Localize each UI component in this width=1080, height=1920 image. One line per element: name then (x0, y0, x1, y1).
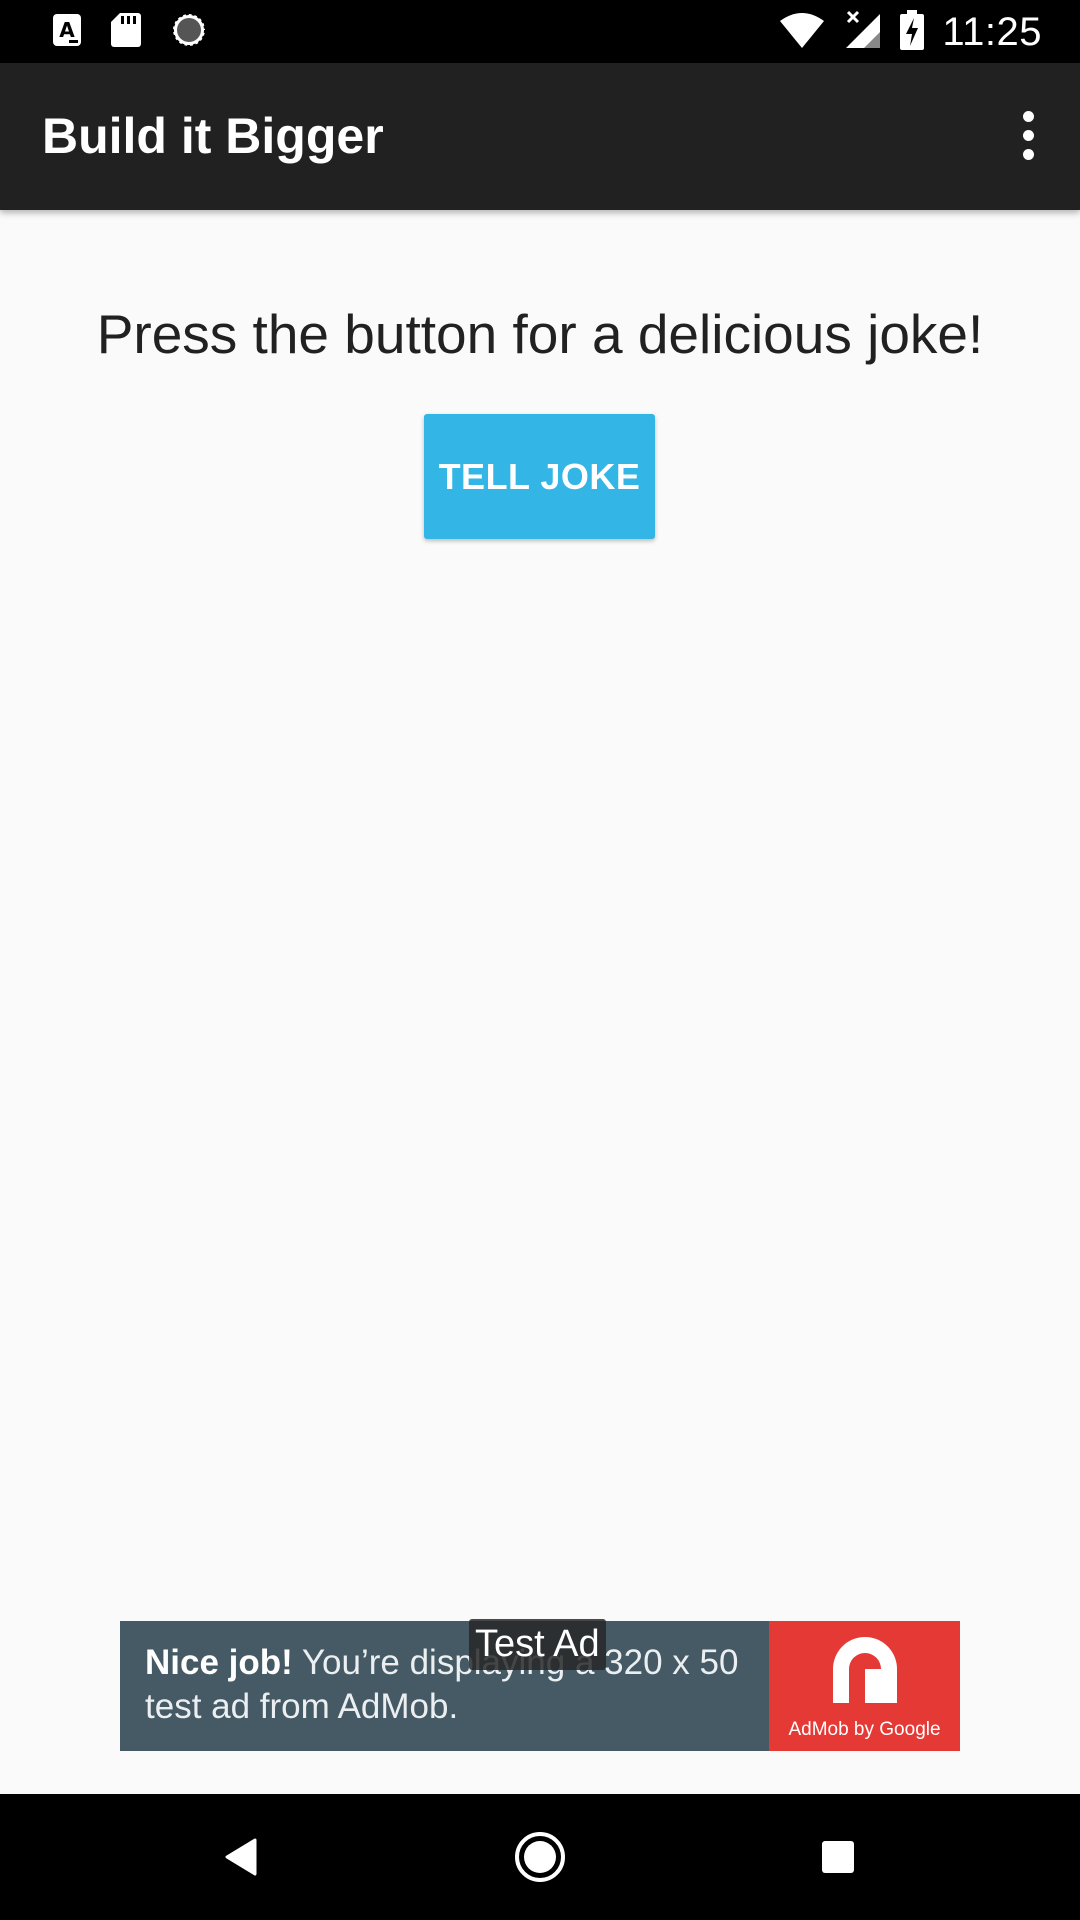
navigation-bar (0, 1794, 1080, 1920)
home-icon[interactable] (505, 1822, 575, 1892)
wifi-icon (778, 11, 826, 54)
test-ad-badge: Test Ad (469, 1619, 606, 1670)
cellular-no-signal-icon (844, 10, 882, 55)
overflow-dot (1022, 129, 1034, 141)
app-bar: Build it Bigger (0, 63, 1080, 210)
admob-logo-panel: AdMob by Google (769, 1621, 960, 1751)
overflow-dot (1022, 110, 1034, 122)
ad-body-line2: test ad from AdMob. (145, 1687, 459, 1726)
overflow-dot (1022, 148, 1034, 160)
admob-logo-icon (825, 1631, 905, 1716)
main-content: Press the button for a delicious joke! T… (0, 210, 1080, 1794)
svg-text:A: A (59, 18, 75, 42)
recents-icon[interactable] (803, 1822, 873, 1892)
back-icon[interactable] (206, 1822, 276, 1892)
app-title: Build it Bigger (42, 108, 384, 164)
status-time: 11:25 (942, 9, 1042, 54)
instructions-text: Press the button for a delicious joke! (96, 303, 984, 365)
status-bar: A 11:25 (0, 0, 1080, 63)
admob-caption: AdMob by Google (788, 1719, 941, 1740)
font-a-icon: A (52, 13, 82, 52)
loading-spinner-icon (170, 11, 208, 54)
battery-charging-icon (900, 9, 925, 55)
tell-joke-button[interactable]: TELL JOKE (424, 414, 655, 539)
more-vert-icon[interactable] (996, 103, 1060, 167)
ad-text: Nice job! You’re displaying a 320 x 50 t… (145, 1641, 765, 1729)
sd-card-icon (110, 12, 142, 53)
ad-banner[interactable]: Nice job! You’re displaying a 320 x 50 t… (120, 1619, 960, 1751)
status-left-icons: A (52, 11, 208, 54)
status-right-icons: 11:25 (778, 8, 1042, 56)
ad-headline: Nice job! (145, 1643, 293, 1682)
